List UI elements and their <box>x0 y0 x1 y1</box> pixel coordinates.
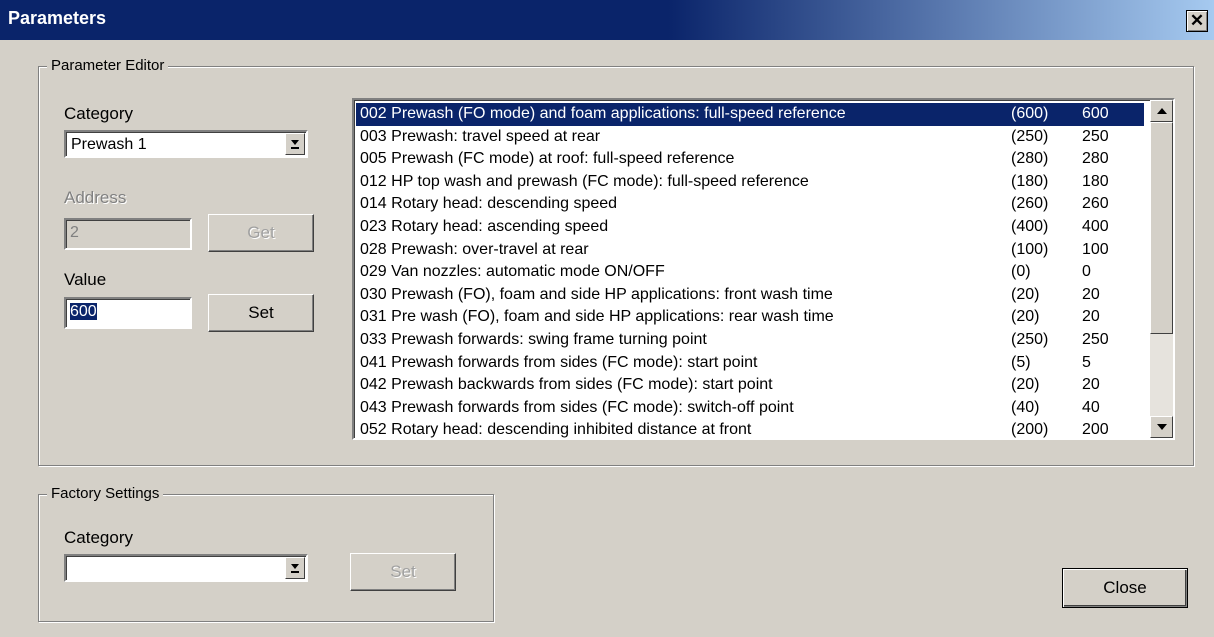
parameter-default: (20) <box>1011 308 1040 326</box>
parameter-default: (180) <box>1011 172 1049 190</box>
parameter-description: 005 Prewash (FC mode) at roof: full-spee… <box>360 150 735 168</box>
parameter-row[interactable]: 023 Rotary head: ascending speed (400) 400 <box>356 216 1144 239</box>
parameter-description: 031 Pre wash (FO), foam and side HP appl… <box>360 308 834 326</box>
window-title: Parameters <box>8 8 107 28</box>
parameter-default: (600) <box>1011 105 1049 122</box>
address-label: Address <box>64 188 127 207</box>
value-label: Value <box>64 270 107 289</box>
parameter-value: 180 <box>1082 172 1109 190</box>
parameter-description: 028 Prewash: over-travel at rear <box>360 240 589 258</box>
parameter-default: (250) <box>1011 330 1049 348</box>
parameter-row[interactable]: 030 Prewash (FO), foam and side HP appli… <box>356 284 1144 307</box>
parameter-default: (20) <box>1011 376 1040 394</box>
parameter-row[interactable]: 014 Rotary head: descending speed (260) 26… <box>356 193 1144 216</box>
parameter-value: 20 <box>1082 376 1100 394</box>
parameter-default: (400) <box>1011 217 1049 235</box>
parameter-description: 030 Prewash (FO), foam and side HP appli… <box>360 285 833 303</box>
set-button[interactable]: Set <box>208 294 314 332</box>
parameter-description: 041 Prewash forwards from sides (FC mode… <box>360 353 758 371</box>
close-icon[interactable]: ✕ <box>1186 10 1208 32</box>
value-field-text: 600 <box>70 303 97 320</box>
parameter-row[interactable]: 003 Prewash: travel speed at rear (250) 25… <box>356 126 1144 149</box>
parameter-row[interactable]: 012 HP top wash and prewash (FC mode): f… <box>356 171 1144 194</box>
address-field: 2 <box>64 218 192 250</box>
parameter-value: 5 <box>1082 353 1091 371</box>
parameter-value: 600 <box>1082 105 1109 122</box>
value-field[interactable]: 600 <box>64 297 192 329</box>
factory-set-button: Set <box>350 553 456 591</box>
parameter-description: 042 Prewash backwards from sides (FC mod… <box>360 376 773 394</box>
parameter-value: 200 <box>1082 421 1109 439</box>
parameter-value: 20 <box>1082 308 1100 326</box>
parameter-description: 029 Van nozzles: automatic mode ON/OFF <box>360 263 665 281</box>
parameter-row[interactable]: 005 Prewash (FC mode) at roof: full-spee… <box>356 148 1144 171</box>
parameter-value: 0 <box>1082 263 1091 281</box>
parameter-description: 012 HP top wash and prewash (FC mode): f… <box>360 172 809 190</box>
parameter-default: (0) <box>1011 263 1031 281</box>
scroll-up-button[interactable] <box>1150 100 1173 122</box>
factory-settings-legend: Factory Settings <box>47 484 164 504</box>
category-select[interactable]: Prewash 1 <box>64 130 308 158</box>
parameter-row[interactable]: 043 Prewash forwards from sides (FC mode… <box>356 397 1144 420</box>
parameter-description: 043 Prewash forwards from sides (FC mode… <box>360 398 794 416</box>
parameter-row[interactable]: 033 Prewash forwards: swing frame turnin… <box>356 329 1144 352</box>
parameter-value: 250 <box>1082 330 1109 348</box>
parameter-description: 033 Prewash forwards: swing frame turnin… <box>360 330 707 348</box>
vertical-scrollbar[interactable] <box>1150 100 1173 438</box>
parameter-list[interactable]: 002 Prewash (FO mode) and foam applicati… <box>352 98 1175 440</box>
category-select-value: Prewash 1 <box>71 136 147 153</box>
parameter-default: (280) <box>1011 150 1049 168</box>
scroll-down-button[interactable] <box>1150 416 1173 438</box>
parameter-description: 052 Rotary head: descending inhibited di… <box>360 421 752 439</box>
parameter-editor-legend: Parameter Editor <box>47 56 169 76</box>
category-label: Category <box>64 104 133 123</box>
parameter-row[interactable]: 002 Prewash (FO mode) and foam applicati… <box>356 103 1144 126</box>
close-button[interactable]: Close <box>1062 568 1188 608</box>
parameter-row[interactable]: 042 Prewash backwards from sides (FC mod… <box>356 374 1144 397</box>
parameter-default: (260) <box>1011 195 1049 213</box>
category-dropdown-button[interactable] <box>285 133 305 155</box>
parameter-row[interactable]: 052 Rotary head: descending inhibited di… <box>356 419 1144 439</box>
parameter-description: 014 Rotary head: descending speed <box>360 195 618 213</box>
chevron-down-icon <box>291 140 299 149</box>
title-bar: Parameters ✕ <box>0 0 1214 40</box>
parameter-row[interactable]: 028 Prewash: over-travel at rear (100) 100 <box>356 239 1144 262</box>
parameter-default: (40) <box>1011 398 1040 416</box>
factory-category-select[interactable] <box>64 554 308 582</box>
factory-category-dropdown-button[interactable] <box>285 557 305 579</box>
factory-category-label: Category <box>64 528 133 547</box>
parameter-row[interactable]: 029 Van nozzles: automatic mode ON/OFF (0… <box>356 261 1144 284</box>
parameter-value: 280 <box>1082 150 1109 168</box>
parameter-default: (250) <box>1011 127 1049 145</box>
parameter-row[interactable]: 031 Pre wash (FO), foam and side HP appl… <box>356 306 1144 329</box>
parameter-row[interactable]: 041 Prewash forwards from sides (FC mode… <box>356 352 1144 375</box>
chevron-down-icon <box>291 564 299 573</box>
scroll-thumb[interactable] <box>1150 122 1173 334</box>
get-button: Get <box>208 214 314 252</box>
parameter-value: 260 <box>1082 195 1109 213</box>
parameter-default: (100) <box>1011 240 1049 258</box>
parameter-value: 100 <box>1082 240 1109 258</box>
parameter-rows: 002 Prewash (FO mode) and foam applicati… <box>356 103 1144 439</box>
parameter-value: 40 <box>1082 398 1100 416</box>
scroll-down-icon <box>1157 424 1167 430</box>
parameter-value: 250 <box>1082 127 1109 145</box>
scroll-up-icon <box>1157 108 1167 114</box>
parameter-description: 023 Rotary head: ascending speed <box>360 217 609 235</box>
parameter-value: 20 <box>1082 285 1100 303</box>
parameter-default: (5) <box>1011 353 1031 371</box>
parameter-default: (200) <box>1011 421 1049 439</box>
parameter-description: 002 Prewash (FO mode) and foam applicati… <box>360 105 846 122</box>
parameter-default: (20) <box>1011 285 1040 303</box>
parameter-value: 400 <box>1082 217 1109 235</box>
parameter-description: 003 Prewash: travel speed at rear <box>360 127 601 145</box>
